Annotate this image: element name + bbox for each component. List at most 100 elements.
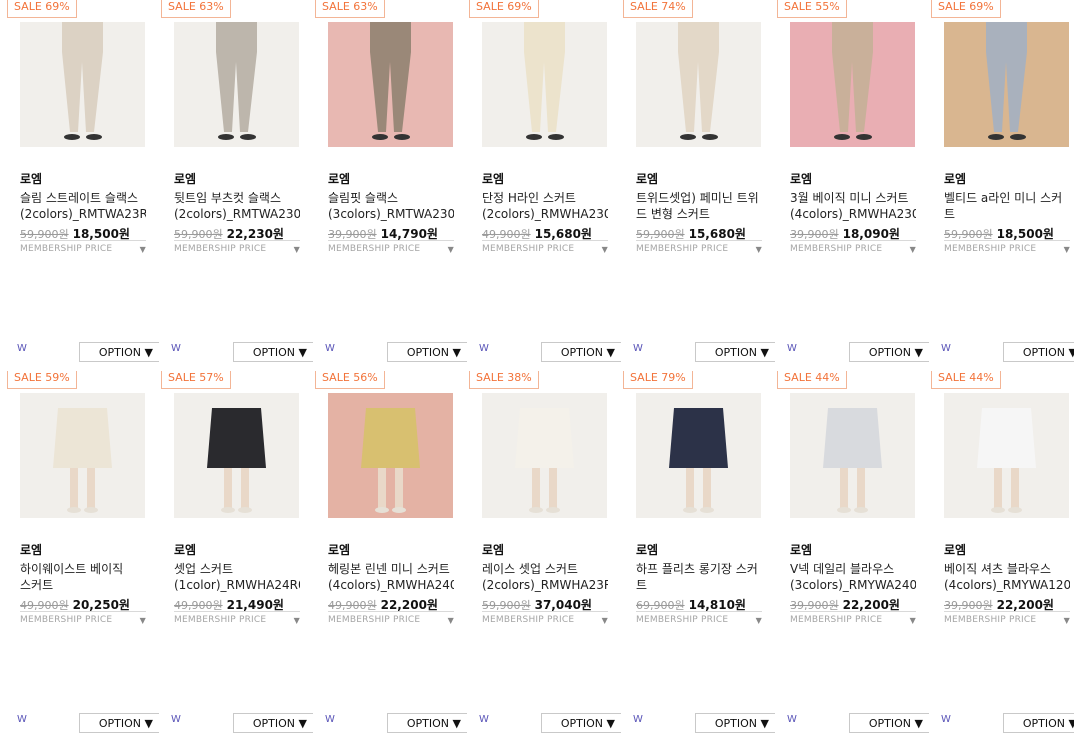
brand-name[interactable]: 로엠 xyxy=(20,170,42,187)
product-card[interactable]: SALE 79% 로엠 하프 플리츠 롱기장 스커 트 69,900원 14,810원 ME… xyxy=(623,371,778,742)
brand-name[interactable]: 로엠 xyxy=(790,541,812,558)
membership-price-toggle[interactable]: MEMBERSHIP PRICE ▼ xyxy=(328,611,454,625)
product-name[interactable]: 슬림 스트레이트 슬랙스 (2colors)_RMTWA23R1 xyxy=(20,190,146,222)
wishlist-icon[interactable]: W xyxy=(787,343,797,354)
product-card[interactable]: SALE 69% 로엠 단정 H라인 스커트 (2colors)_RMWHA2306 4… xyxy=(469,0,624,371)
product-image[interactable] xyxy=(636,22,761,147)
product-image[interactable] xyxy=(20,22,145,147)
wishlist-icon[interactable]: W xyxy=(787,714,797,725)
membership-price-toggle[interactable]: MEMBERSHIP PRICE ▼ xyxy=(328,240,454,254)
wishlist-icon[interactable]: W xyxy=(17,343,27,354)
wishlist-icon[interactable]: W xyxy=(325,343,335,354)
product-card[interactable]: SALE 38% 로엠 레이스 셋업 스커트 (2colors)_RMWHA23R3 5… xyxy=(469,371,624,742)
product-image[interactable] xyxy=(174,22,299,147)
option-button[interactable]: OPTION ▼ xyxy=(79,713,159,733)
wishlist-icon[interactable]: W xyxy=(479,343,489,354)
brand-name[interactable]: 로엠 xyxy=(944,170,966,187)
product-image[interactable] xyxy=(636,393,761,518)
product-name[interactable]: 헤링본 린넨 미니 스커트 (4colors)_RMWHA2401 xyxy=(328,561,454,593)
membership-price-toggle[interactable]: MEMBERSHIP PRICE ▼ xyxy=(20,240,146,254)
option-button[interactable]: OPTION ▼ xyxy=(233,342,313,362)
brand-name[interactable]: 로엠 xyxy=(20,541,42,558)
brand-name[interactable]: 로엠 xyxy=(636,541,658,558)
product-card[interactable]: SALE 57% 로엠 셋업 스커트 (1color)_RMWHA24R01 49,90… xyxy=(161,371,316,742)
product-image[interactable] xyxy=(790,393,915,518)
membership-price-toggle[interactable]: MEMBERSHIP PRICE ▼ xyxy=(482,611,608,625)
brand-name[interactable]: 로엠 xyxy=(328,170,350,187)
product-name[interactable]: 단정 H라인 스커트 (2colors)_RMWHA2306 xyxy=(482,190,608,222)
product-name[interactable]: 3월 베이직 미니 스커트 (4colors)_RMWHA2301 xyxy=(790,190,916,222)
product-name[interactable]: V넥 데일리 블라우스 (3colors)_RMYWA2401 xyxy=(790,561,916,593)
brand-name[interactable]: 로엠 xyxy=(790,170,812,187)
membership-price-toggle[interactable]: MEMBERSHIP PRICE ▼ xyxy=(174,611,300,625)
option-button[interactable]: OPTION ▼ xyxy=(541,342,621,362)
wishlist-icon[interactable]: W xyxy=(633,714,643,725)
option-button[interactable]: OPTION ▼ xyxy=(695,713,775,733)
wishlist-icon[interactable]: W xyxy=(633,343,643,354)
product-card[interactable]: SALE 69% 로엠 슬림 스트레이트 슬랙스 (2colors)_RMTWA23R… xyxy=(7,0,162,371)
option-button[interactable]: OPTION ▼ xyxy=(849,342,929,362)
brand-name[interactable]: 로엠 xyxy=(328,541,350,558)
product-image[interactable] xyxy=(174,393,299,518)
option-button[interactable]: OPTION ▼ xyxy=(387,713,467,733)
product-card[interactable]: SALE 74% 로엠 트위드셋업) 페미닌 트위 드 변형 스커트 59,900원 15… xyxy=(623,0,778,371)
product-image[interactable] xyxy=(328,393,453,518)
wishlist-icon[interactable]: W xyxy=(17,714,27,725)
membership-price-toggle[interactable]: MEMBERSHIP PRICE ▼ xyxy=(944,611,1070,625)
brand-name[interactable]: 로엠 xyxy=(174,170,196,187)
sale-price: 18,500원 xyxy=(996,227,1054,241)
membership-price-toggle[interactable]: MEMBERSHIP PRICE ▼ xyxy=(174,240,300,254)
product-card[interactable]: SALE 44% 로엠 베이직 셔츠 블라우스 (4colors)_RMYWA1201… xyxy=(931,371,1074,742)
product-name[interactable]: 슬림핏 슬랙스 (3colors)_RMTWA2301 xyxy=(328,190,454,222)
product-image[interactable] xyxy=(944,22,1069,147)
membership-price-toggle[interactable]: MEMBERSHIP PRICE ▼ xyxy=(790,611,916,625)
wishlist-icon[interactable]: W xyxy=(171,714,181,725)
brand-name[interactable]: 로엠 xyxy=(636,170,658,187)
option-button[interactable]: OPTION ▼ xyxy=(387,342,467,362)
brand-name[interactable]: 로엠 xyxy=(482,170,504,187)
product-card[interactable]: SALE 63% 로엠 슬림핏 슬랙스 (3colors)_RMTWA2301 39,9… xyxy=(315,0,470,371)
product-card[interactable]: SALE 55% 로엠 3월 베이직 미니 스커트 (4colors)_RMWHA23… xyxy=(777,0,932,371)
product-name[interactable]: 트위드셋업) 페미닌 트위 드 변형 스커트 xyxy=(636,190,762,222)
product-card[interactable]: SALE 56% 로엠 헤링본 린넨 미니 스커트 (4colors)_RMWHA24… xyxy=(315,371,470,742)
product-name[interactable]: 레이스 셋업 스커트 (2colors)_RMWHA23R3 xyxy=(482,561,608,593)
membership-price-toggle[interactable]: MEMBERSHIP PRICE ▼ xyxy=(944,240,1070,254)
wishlist-icon[interactable]: W xyxy=(941,343,951,354)
option-button[interactable]: OPTION ▼ xyxy=(849,713,929,733)
membership-price-toggle[interactable]: MEMBERSHIP PRICE ▼ xyxy=(482,240,608,254)
product-card[interactable]: SALE 69% 로엠 벨티드 a라인 미니 스커 트 59,900원 18,500원 ME… xyxy=(931,0,1074,371)
option-button[interactable]: OPTION ▼ xyxy=(695,342,775,362)
product-card[interactable]: SALE 59% 로엠 하이웨이스트 베이직 스커트 49,900원 20,250원 MEM… xyxy=(7,371,162,742)
brand-name[interactable]: 로엠 xyxy=(174,541,196,558)
wishlist-icon[interactable]: W xyxy=(479,714,489,725)
wishlist-icon[interactable]: W xyxy=(941,714,951,725)
product-name[interactable]: 베이직 셔츠 블라우스 (4colors)_RMYWA1201 xyxy=(944,561,1070,593)
membership-price-toggle[interactable]: MEMBERSHIP PRICE ▼ xyxy=(790,240,916,254)
option-button[interactable]: OPTION ▼ xyxy=(233,713,313,733)
product-image[interactable] xyxy=(944,393,1069,518)
product-card[interactable]: SALE 44% 로엠 V넥 데일리 블라우스 (3colors)_RMYWA2401… xyxy=(777,371,932,742)
wishlist-icon[interactable]: W xyxy=(325,714,335,725)
option-button[interactable]: OPTION ▼ xyxy=(1003,713,1074,733)
product-image[interactable] xyxy=(482,393,607,518)
option-button[interactable]: OPTION ▼ xyxy=(1003,342,1074,362)
option-button[interactable]: OPTION ▼ xyxy=(79,342,159,362)
sale-price: 22,200원 xyxy=(380,598,438,612)
product-image[interactable] xyxy=(20,393,145,518)
membership-price-toggle[interactable]: MEMBERSHIP PRICE ▼ xyxy=(636,240,762,254)
product-image[interactable] xyxy=(482,22,607,147)
product-name[interactable]: 벨티드 a라인 미니 스커 트 xyxy=(944,190,1070,222)
wishlist-icon[interactable]: W xyxy=(171,343,181,354)
brand-name[interactable]: 로엠 xyxy=(482,541,504,558)
option-button[interactable]: OPTION ▼ xyxy=(541,713,621,733)
product-image[interactable] xyxy=(790,22,915,147)
product-name[interactable]: 하프 플리츠 롱기장 스커 트 xyxy=(636,561,762,593)
product-name[interactable]: 하이웨이스트 베이직 스커트 xyxy=(20,561,146,593)
product-image[interactable] xyxy=(328,22,453,147)
product-name[interactable]: 셋업 스커트 (1color)_RMWHA24R01 xyxy=(174,561,300,593)
brand-name[interactable]: 로엠 xyxy=(944,541,966,558)
membership-price-toggle[interactable]: MEMBERSHIP PRICE ▼ xyxy=(636,611,762,625)
membership-price-toggle[interactable]: MEMBERSHIP PRICE ▼ xyxy=(20,611,146,625)
product-card[interactable]: SALE 63% 로엠 뒷트임 부츠컷 슬랙스 (2colors)_RMTWA2301… xyxy=(161,0,316,371)
product-name[interactable]: 뒷트임 부츠컷 슬랙스 (2colors)_RMTWA2301 xyxy=(174,190,300,222)
